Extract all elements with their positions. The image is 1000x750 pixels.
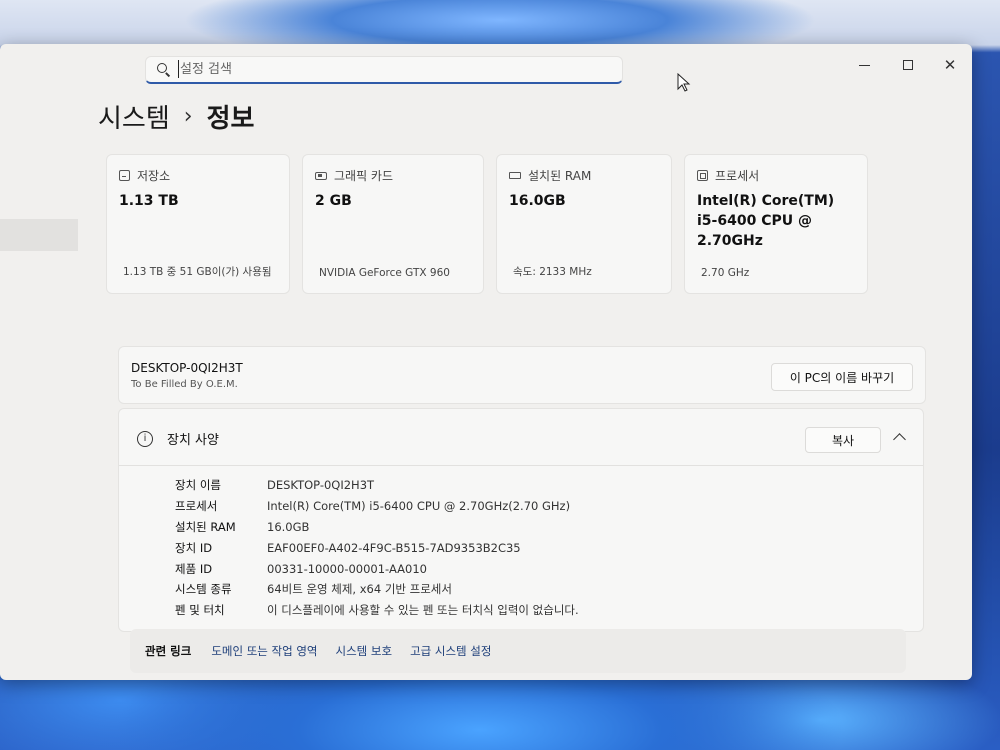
graphics-card-card: 그래픽 카드 2 GB NVIDIA GeForce GTX 960 [302, 154, 484, 294]
settings-window: ✕ 시스템 › 정보 저장소 1.13 TB 1.13 TB 중 51 GB이(… [0, 44, 972, 680]
processor-card: 프로세서 Intel(R) Core(TM) i5-6400 CPU @ 2.7… [684, 154, 868, 294]
storage-card: 저장소 1.13 TB 1.13 TB 중 51 GB이(가) 사용됨 [106, 154, 290, 294]
spec-key: 펜 및 터치 [175, 603, 225, 618]
device-specs-header[interactable]: i 장치 사양 [137, 429, 219, 448]
copy-button[interactable]: 복사 [805, 427, 881, 453]
related-links-bar: 관련 링크 도메인 또는 작업 영역 시스템 보호 고급 시스템 설정 [130, 629, 906, 673]
ram-value: 16.0GB [509, 193, 566, 209]
maximize-icon [903, 60, 913, 70]
spec-value: 00331-10000-00001-AA010 [267, 561, 427, 576]
spec-row-device-id: 장치 ID EAF00EF0-A402-4F9C-B515-7AD9353B2C… [175, 537, 579, 558]
spec-list: 장치 이름 DESKTOP-0QI2H3T 프로세서 Intel(R) Core… [175, 475, 579, 621]
domain-workgroup-link[interactable]: 도메인 또는 작업 영역 [211, 643, 317, 659]
close-icon: ✕ [943, 55, 957, 74]
spec-value: Intel(R) Core(TM) i5-6400 CPU @ 2.70GHz(… [267, 499, 571, 514]
device-name: DESKTOP-0QI2H3T [131, 361, 243, 375]
device-model: To Be Filled By O.E.M. [131, 379, 238, 390]
spec-value: DESKTOP-0QI2H3T [267, 478, 375, 493]
spec-value: 64비트 운영 체제, x64 기반 프로세서 [267, 582, 452, 597]
ram-label: 설치된 RAM [528, 169, 592, 183]
storage-usage: 1.13 TB 중 51 GB이(가) 사용됨 [123, 266, 272, 278]
info-icon: i [137, 430, 153, 447]
breadcrumb-separator: › [183, 104, 193, 129]
spec-key: 제품 ID [175, 561, 213, 576]
divider [119, 465, 923, 466]
spec-value: EAF00EF0-A402-4F9C-B515-7AD9353B2C35 [267, 540, 521, 555]
spec-key: 설치된 RAM [175, 519, 236, 534]
spec-row-pen-touch: 펜 및 터치 이 디스플레이에 사용할 수 있는 펜 또는 터치식 입력이 없습… [175, 600, 579, 621]
nav-selected-strip[interactable] [0, 219, 78, 251]
breadcrumb-parent[interactable]: 시스템 [98, 98, 170, 135]
rename-pc-button[interactable]: 이 PC의 이름 바꾸기 [771, 363, 913, 391]
close-button[interactable]: ✕ [930, 54, 970, 76]
storage-icon [119, 170, 130, 181]
processor-speed: 2.70 GHz [701, 267, 750, 279]
system-protection-link[interactable]: 시스템 보호 [336, 643, 393, 659]
breadcrumb: 시스템 › 정보 [98, 98, 254, 135]
graphics-card-model: NVIDIA GeForce GTX 960 [319, 267, 450, 279]
text-caret [178, 60, 179, 78]
minimize-button[interactable] [844, 54, 884, 76]
device-specs-title: 장치 사양 [167, 433, 219, 448]
processor-value: Intel(R) Core(TM) i5-6400 CPU @ 2.70GHz [697, 193, 835, 249]
graphics-card-label: 그래픽 카드 [334, 169, 394, 183]
storage-label: 저장소 [137, 169, 171, 183]
spec-key: 장치 ID [175, 540, 213, 555]
spec-row-ram: 설치된 RAM 16.0GB [175, 517, 579, 538]
search-icon [156, 62, 172, 78]
graphics-card-icon [315, 171, 327, 180]
processor-label: 프로세서 [715, 169, 760, 183]
spec-key: 장치 이름 [175, 478, 221, 493]
ram-speed: 속도: 2133 MHz [513, 266, 592, 278]
advanced-system-settings-link[interactable]: 고급 시스템 설정 [410, 643, 491, 659]
spec-row-processor: 프로세서 Intel(R) Core(TM) i5-6400 CPU @ 2.7… [175, 496, 579, 517]
spec-row-system-type: 시스템 종류 64비트 운영 체제, x64 기반 프로세서 [175, 579, 579, 600]
maximize-button[interactable] [888, 54, 928, 76]
search-box[interactable] [145, 56, 623, 84]
spec-value: 16.0GB [267, 519, 310, 534]
device-name-section: DESKTOP-0QI2H3T To Be Filled By O.E.M. 이… [118, 346, 926, 404]
page-title: 정보 [206, 104, 255, 134]
mouse-pointer-icon [677, 73, 691, 92]
chevron-up-icon[interactable] [893, 433, 906, 446]
minimize-icon [858, 64, 870, 66]
spec-key: 프로세서 [175, 499, 218, 514]
spec-value: 이 디스플레이에 사용할 수 있는 펜 또는 터치식 입력이 없습니다. [267, 603, 579, 618]
ram-icon [509, 172, 521, 179]
spec-row-product-id: 제품 ID 00331-10000-00001-AA010 [175, 558, 579, 579]
ram-card: 설치된 RAM 16.0GB 속도: 2133 MHz [496, 154, 672, 294]
search-input[interactable] [180, 62, 600, 77]
spec-key: 시스템 종류 [175, 582, 232, 597]
storage-value: 1.13 TB [119, 193, 179, 209]
graphics-card-value: 2 GB [315, 193, 352, 209]
related-links-label: 관련 링크 [145, 644, 192, 658]
device-specs-section: i 장치 사양 복사 장치 이름 DESKTOP-0QI2H3T 프로세서 In… [118, 408, 924, 632]
spec-row-device-name: 장치 이름 DESKTOP-0QI2H3T [175, 475, 579, 496]
processor-icon [697, 170, 708, 181]
